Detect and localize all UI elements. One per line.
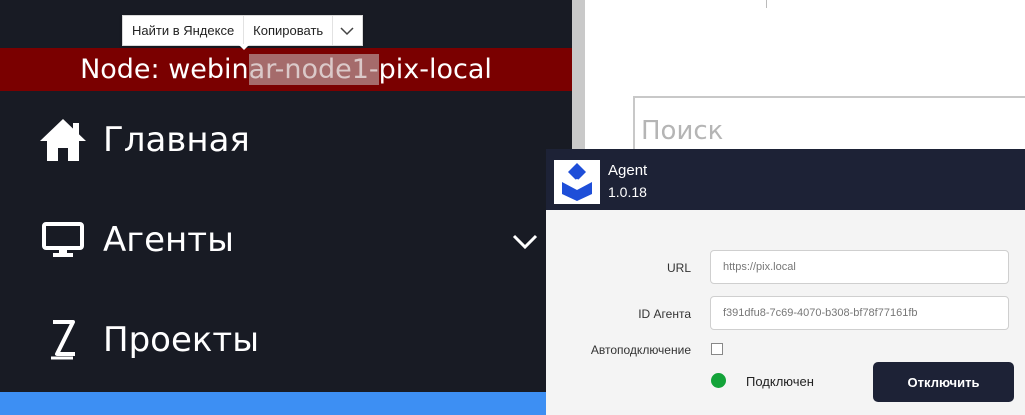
divider [766, 0, 767, 8]
text-selection-popup: Найти в Яндексе Копировать [122, 15, 363, 46]
copy-button[interactable]: Копировать [244, 16, 334, 45]
agent-logo-icon [554, 160, 600, 204]
disconnect-button[interactable]: Отключить [873, 362, 1014, 402]
agent-title: Agent [608, 162, 648, 179]
agent-window: Agent 1.0.18 URL https://pix.local ID Аг… [546, 149, 1025, 415]
agent-version: 1.0.18 [608, 184, 647, 200]
chevron-down-icon[interactable] [333, 16, 361, 45]
monitor-icon [38, 215, 88, 265]
status-indicator [711, 373, 726, 388]
status-text: Подключен [746, 374, 814, 389]
node-banner: Node: webin ar-node1- pix-local [0, 48, 572, 91]
agent-id-label: ID Агента [638, 307, 691, 321]
search-yandex-button[interactable]: Найти в Яндексе [123, 16, 245, 45]
url-field[interactable]: https://pix.local [710, 250, 1009, 284]
url-label: URL [666, 261, 691, 275]
sidebar-item-projects[interactable]: Проекты [0, 300, 572, 380]
home-icon [38, 115, 88, 165]
popup-pointer [238, 44, 250, 50]
autoconnect-checkbox[interactable] [711, 343, 723, 355]
sidebar-item-label: Проекты [103, 320, 260, 360]
search-input[interactable]: Поиск [633, 96, 1025, 152]
agent-id-field[interactable]: f391dfu8-7c69-4070-b308-bf78f77161fb [710, 296, 1009, 330]
chevron-down-icon[interactable] [510, 225, 540, 255]
sidebar-active-item[interactable] [0, 392, 572, 415]
node-banner-prefix: Node: webin [80, 54, 249, 85]
sidebar-item-home[interactable]: Главная [0, 100, 572, 180]
sidebar: Node: webin ar-node1- pix-local Главная Аг… [0, 0, 572, 415]
projects-icon [38, 315, 88, 365]
sidebar-item-label: Главная [103, 120, 250, 160]
sidebar-item-agents[interactable]: Агенты [0, 200, 572, 280]
agent-header: Agent 1.0.18 [546, 149, 1025, 210]
autoconnect-label: Автоподключение [590, 343, 691, 357]
node-banner-suffix: pix-local [378, 54, 492, 85]
node-banner-selected-text: ar-node1- [248, 54, 379, 85]
sidebar-item-label: Агенты [103, 220, 234, 260]
